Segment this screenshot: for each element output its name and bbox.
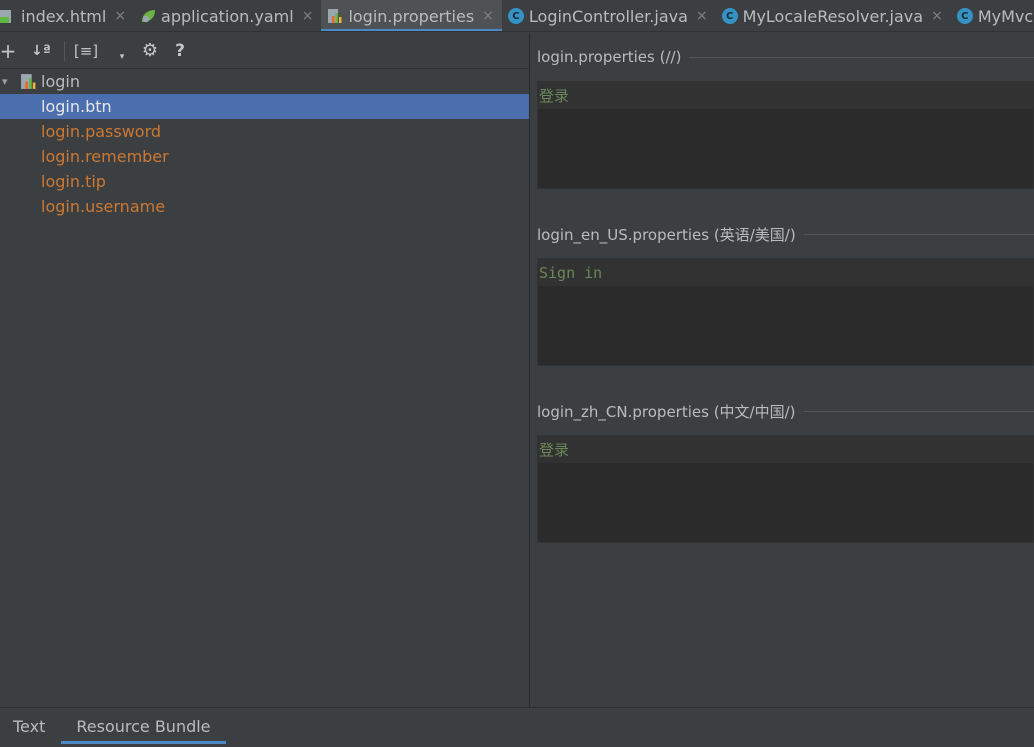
chevron-down-icon[interactable]: ▾ <box>0 75 20 88</box>
value-editor[interactable]: 登录 <box>537 81 1034 189</box>
tree-key-item[interactable]: login.remember <box>0 144 529 169</box>
bundle-values-panel: login.properties (//) 登录 login_en_US.pro… <box>531 33 1034 707</box>
tab-my-mvc[interactable]: C MyMvc <box>951 0 1034 31</box>
java-class-icon: C <box>721 8 738 24</box>
editor-tab-strip: index.html × application.yaml × login.pr… <box>0 0 1034 32</box>
divider <box>803 410 1034 412</box>
close-icon[interactable]: × <box>114 8 126 24</box>
html-file-icon <box>0 10 11 23</box>
toolbar-separator <box>64 40 65 61</box>
divider <box>689 56 1034 58</box>
tab-label: LoginController.java <box>528 6 688 26</box>
java-class-icon: C <box>956 8 973 24</box>
tree-key-item[interactable]: login.username <box>0 194 529 219</box>
spring-yaml-icon <box>142 10 156 23</box>
tree-key-label: login.tip <box>41 172 106 191</box>
keys-tree: ▾ login login.btn login.password login.r… <box>0 69 529 219</box>
editor-mode-tabs: Text Resource Bundle <box>0 707 1034 747</box>
value-text: 登录 <box>538 82 1033 109</box>
divider <box>803 233 1034 235</box>
tab-resource-bundle[interactable]: Resource Bundle <box>61 708 226 744</box>
section-title: login_en_US.properties (英语/美国/) <box>537 222 1034 246</box>
group-by-prefix-button[interactable]: [≡] <box>74 39 98 63</box>
value-text: 登录 <box>538 436 1033 463</box>
tree-key-item[interactable]: login.btn <box>0 94 529 119</box>
tree-key-label: login.password <box>41 122 162 141</box>
locale-section-default: login.properties (//) 登录 <box>537 45 1034 189</box>
tab-login-controller[interactable]: C LoginController.java × <box>502 0 716 31</box>
gear-icon[interactable]: ⚙ <box>139 39 161 63</box>
section-title: login.properties (//) <box>537 45 1034 69</box>
tab-index-html[interactable]: index.html × <box>0 0 134 31</box>
value-text: Sign in <box>538 259 1033 286</box>
section-title-text: login_zh_CN.properties (中文/中国/) <box>537 402 796 421</box>
tree-key-item[interactable]: login.password <box>0 119 529 144</box>
value-editor[interactable]: 登录 <box>537 435 1034 543</box>
keys-toolbar: + ↓ª [≡] ▾ ⚙ ? <box>0 33 529 69</box>
locale-section-en-us: login_en_US.properties (英语/美国/) Sign in <box>537 222 1034 366</box>
java-class-icon: C <box>507 8 524 24</box>
tab-label: index.html <box>21 6 107 26</box>
tab-login-properties[interactable]: login.properties × <box>321 0 503 31</box>
tab-label: MyLocaleResolver.java <box>742 6 924 26</box>
help-button[interactable]: ? <box>171 39 189 63</box>
tab-label: login.properties <box>348 6 475 26</box>
locale-section-zh-cn: login_zh_CN.properties (中文/中国/) 登录 <box>537 399 1034 543</box>
chevron-down-icon[interactable]: ▾ <box>117 39 127 63</box>
section-title-text: login_en_US.properties (英语/美国/) <box>537 225 796 244</box>
close-icon[interactable]: × <box>302 8 314 24</box>
close-icon[interactable]: × <box>696 8 708 24</box>
tree-key-label: login.remember <box>41 147 169 166</box>
tree-key-label: login.btn <box>41 97 112 116</box>
bundle-keys-panel: + ↓ª [≡] ▾ ⚙ ? ▾ login login.btn login.p… <box>0 33 530 707</box>
tree-key-item[interactable]: login.tip <box>0 169 529 194</box>
section-title-text: login.properties (//) <box>537 48 682 66</box>
tab-my-locale-resolver[interactable]: C MyLocaleResolver.java × <box>716 0 951 31</box>
add-property-button[interactable]: + <box>0 39 16 63</box>
properties-bundle-icon <box>21 74 36 89</box>
tree-root-login[interactable]: ▾ login <box>0 69 529 94</box>
section-title: login_zh_CN.properties (中文/中国/) <box>537 399 1034 423</box>
close-icon[interactable]: × <box>931 8 943 24</box>
value-editor[interactable]: Sign in <box>537 258 1034 366</box>
properties-bundle-icon <box>328 9 342 23</box>
tab-text[interactable]: Text <box>13 708 45 744</box>
tab-label: MyMvc <box>977 6 1034 26</box>
tab-label: application.yaml <box>161 6 294 26</box>
tree-key-label: login.username <box>41 197 166 216</box>
tree-root-label: login <box>41 72 80 91</box>
sort-alphabetically-button[interactable]: ↓ª <box>30 39 52 63</box>
close-icon[interactable]: × <box>482 8 494 24</box>
tab-application-yaml[interactable]: application.yaml × <box>134 0 321 31</box>
